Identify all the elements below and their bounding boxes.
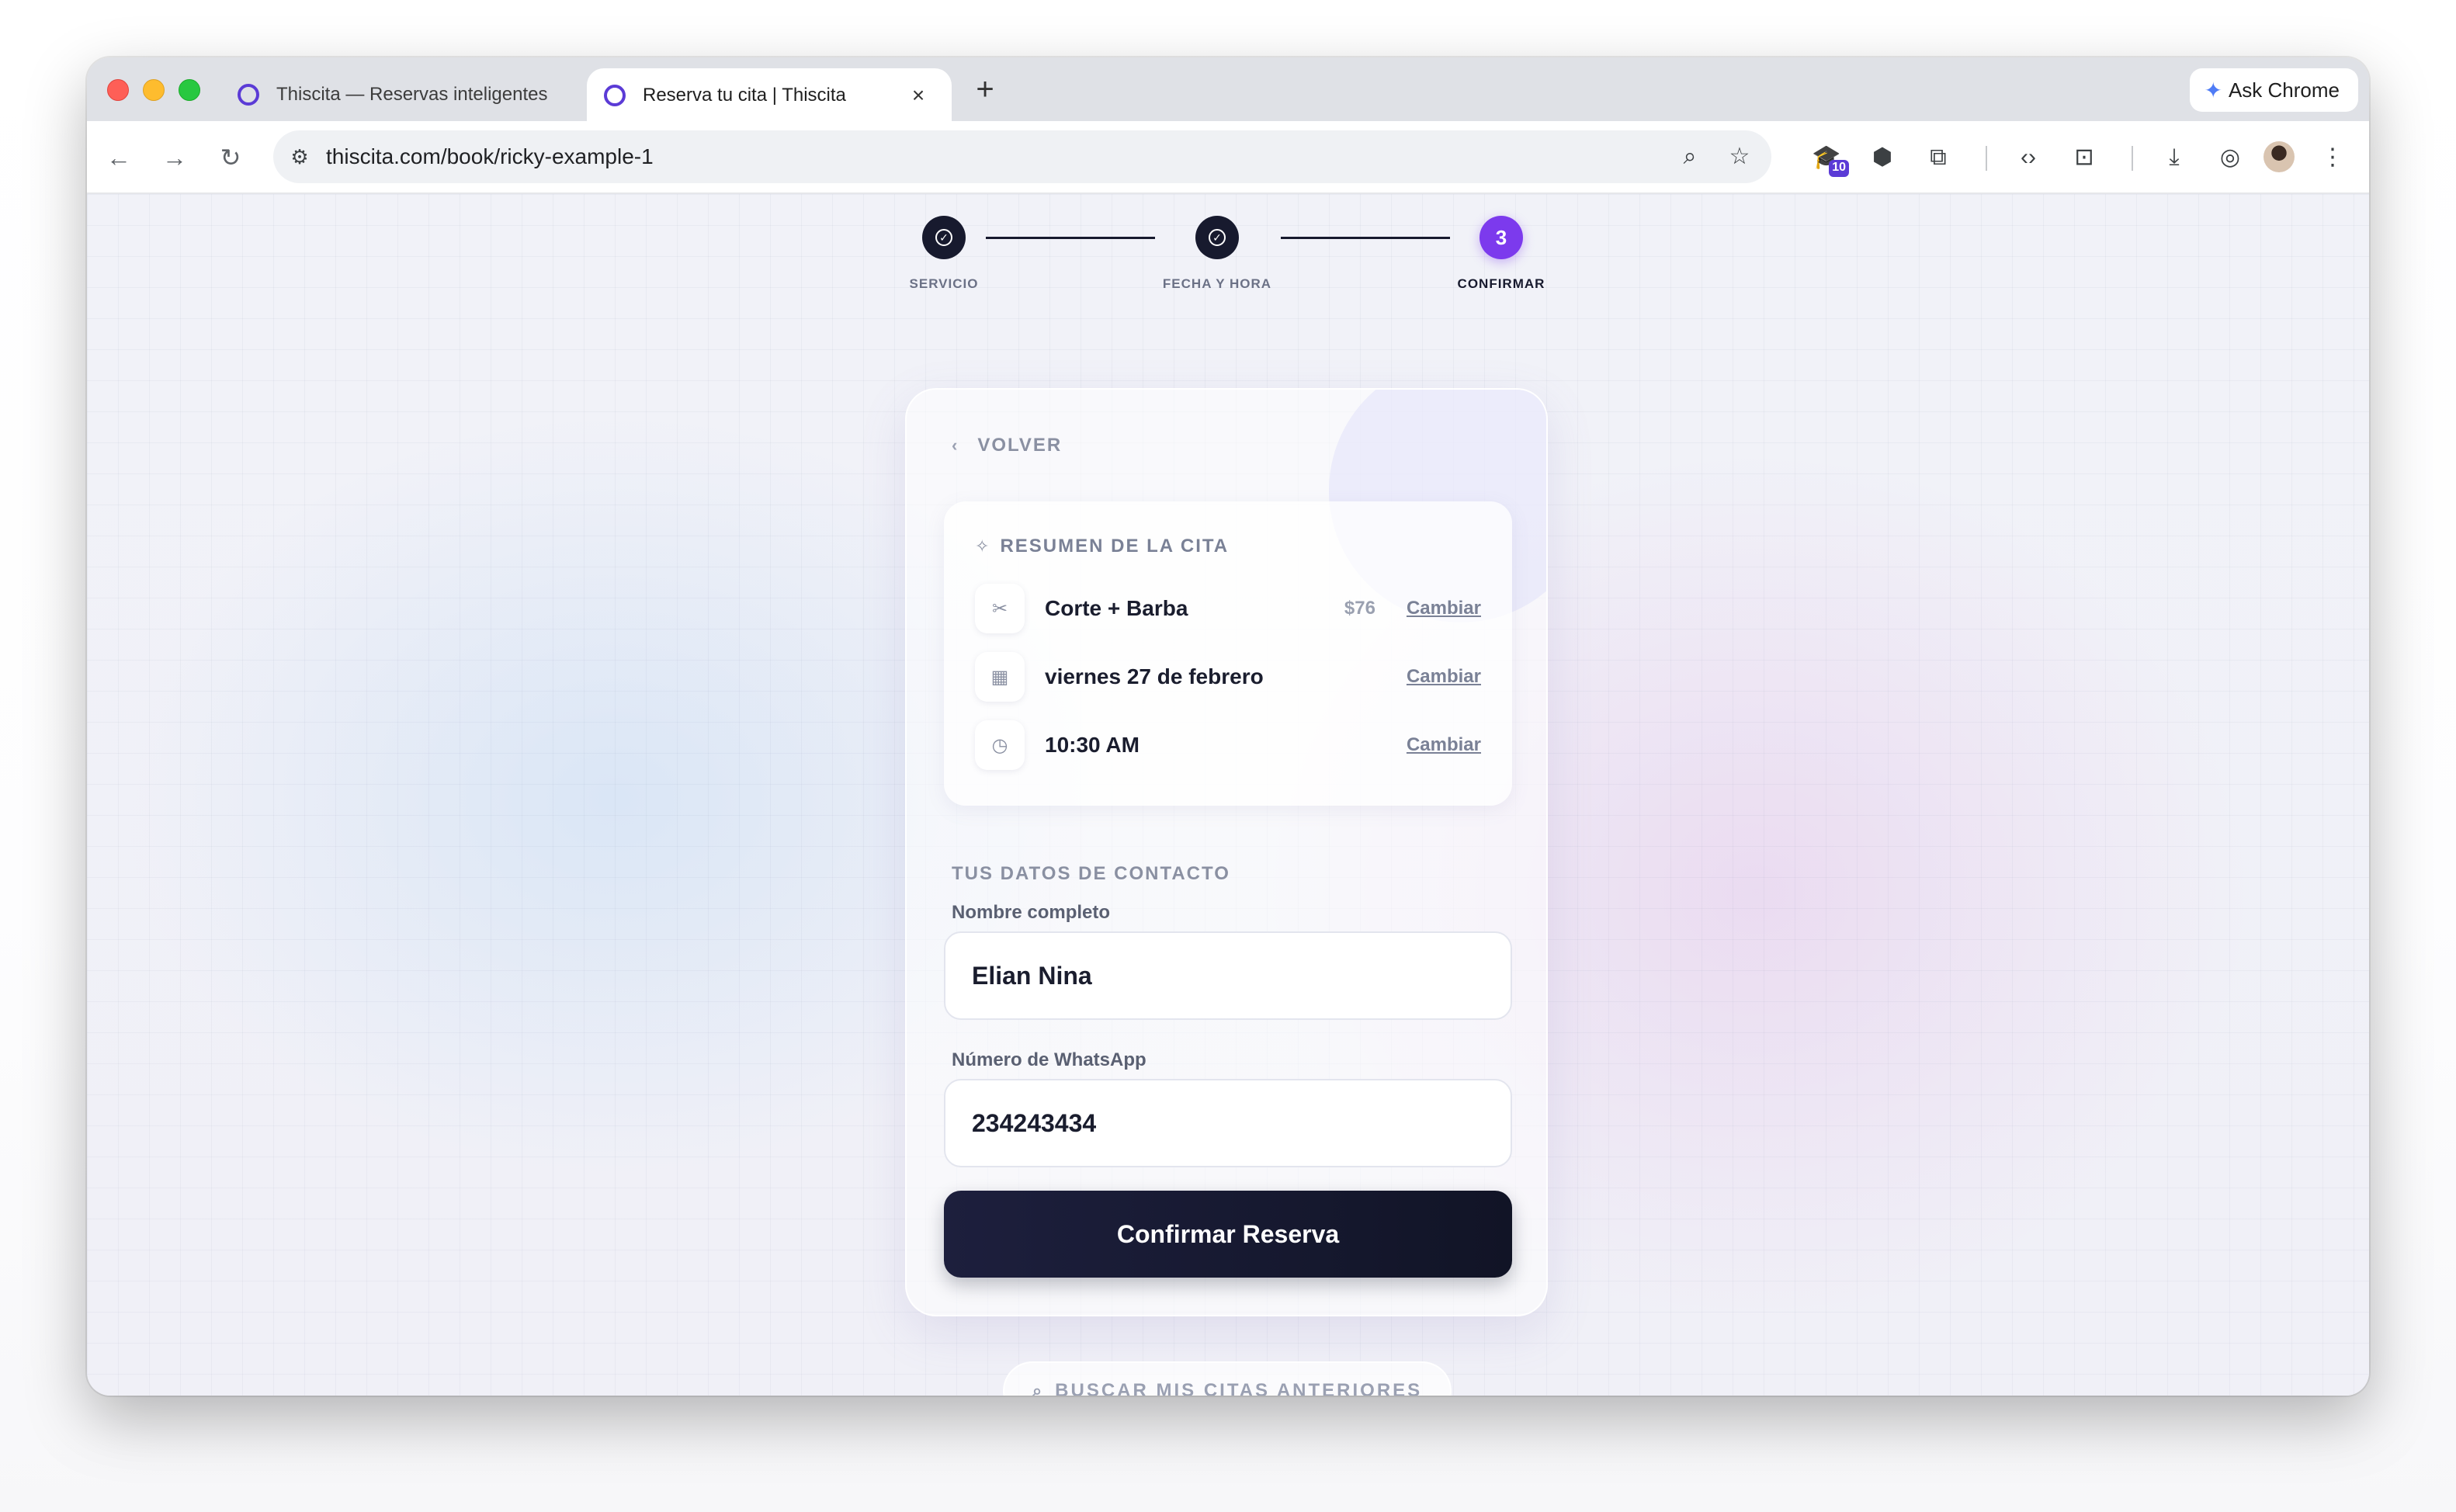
url-text[interactable]: thiscita.com/book/ricky-example-1 [326, 144, 1672, 169]
download-icon[interactable]: ⤓ [2156, 140, 2192, 175]
more-menu-icon[interactable]: ⋮ [2315, 140, 2350, 175]
summary-heading: ✧ RESUMEN DE LA CITA [975, 536, 1229, 557]
back-label: VOLVER [977, 435, 1063, 456]
back-arrow-icon[interactable]: ← [101, 140, 137, 175]
change-date-link[interactable]: Cambiar [1407, 666, 1481, 688]
page-viewport: ✓ SERVICIO ✓ FECHA Y HORA 3 CONFIRMAR ‹ … [87, 194, 2369, 1396]
step-label: FECHA Y HORA [1162, 276, 1272, 291]
browser-toolbar: ← → ↻ ⚙ thiscita.com/book/ricky-example-… [87, 121, 2369, 194]
service-name: Corte + Barba [1045, 596, 1188, 620]
search-icon: ⌕ [1032, 1381, 1045, 1396]
step-servicio[interactable]: ✓ SERVICIO [866, 216, 1022, 292]
whatsapp-number-input[interactable] [944, 1079, 1512, 1167]
tab-reserva[interactable]: Reserva tu cita | Thiscita × [587, 68, 952, 123]
close-tab-icon[interactable]: × [905, 82, 931, 109]
calendar-icon: ▦ [975, 652, 1025, 702]
extension-hexagon-icon[interactable]: ⬢ [1865, 140, 1900, 175]
summary-title-text: RESUMEN DE LA CITA [1000, 536, 1230, 557]
sparkles-icon: ✧ [975, 536, 991, 556]
tab-search-icon[interactable]: ⊡ [2066, 140, 2102, 175]
step-confirmar: 3 CONFIRMAR [1424, 216, 1579, 292]
change-service-link[interactable]: Cambiar [1407, 598, 1481, 619]
summary-row-date: ▦ viernes 27 de febrero Cambiar [975, 652, 1481, 702]
scissors-icon: ✂ [975, 584, 1025, 633]
toolbar-divider [1986, 146, 1987, 171]
toolbar-divider [2132, 146, 2133, 171]
phone-field-label: Número de WhatsApp [952, 1049, 1146, 1070]
profile-avatar[interactable] [2263, 141, 2295, 172]
thiscita-favicon-icon [604, 85, 626, 106]
ask-chrome-button[interactable]: ✦ Ask Chrome [2190, 68, 2358, 112]
thiscita-favicon-icon [238, 84, 259, 106]
step-label: SERVICIO [909, 276, 979, 291]
appointment-time: 10:30 AM [1045, 733, 1140, 757]
step-active-indicator: 3 [1479, 216, 1523, 259]
clock-icon: ◷ [975, 720, 1025, 770]
confirm-booking-button[interactable]: Confirmar Reserva [944, 1191, 1512, 1278]
sparkle-icon: ✦ [2204, 78, 2222, 102]
site-settings-icon[interactable]: ⚙ [284, 141, 315, 172]
tab-title: Reserva tu cita | Thiscita [643, 85, 846, 106]
maximize-window-button[interactable] [179, 79, 200, 101]
chevron-left-icon: ‹ [952, 435, 959, 455]
check-circle-icon: ✓ [935, 229, 952, 246]
change-time-link[interactable]: Cambiar [1407, 734, 1481, 756]
step-fecha-hora[interactable]: ✓ FECHA Y HORA [1140, 216, 1295, 292]
extension-graduation-icon[interactable]: 🎓 10 [1809, 140, 1849, 177]
bookmark-star-icon[interactable]: ☆ [1722, 139, 1757, 175]
tab-title: Thiscita — Reservas inteligentes [276, 84, 548, 105]
service-price: $76 [1344, 598, 1375, 619]
back-button[interactable]: ‹ VOLVER [952, 435, 1062, 456]
appointment-date: viernes 27 de febrero [1045, 664, 1264, 688]
contact-section-title: TUS DATOS DE CONTACTO [952, 863, 1230, 884]
ask-chrome-label: Ask Chrome [2228, 78, 2340, 102]
browser-window: Thiscita — Reservas inteligentes × Reser… [87, 57, 2369, 1396]
minimize-window-button[interactable] [143, 79, 165, 101]
name-field-label: Nombre completo [952, 902, 1111, 923]
step-label: CONFIRMAR [1457, 276, 1545, 291]
check-circle-icon: ✓ [1209, 229, 1226, 246]
summary-row-service: ✂ Corte + Barba $76 Cambiar [975, 584, 1481, 633]
forward-arrow-icon[interactable]: → [157, 140, 193, 175]
devtools-code-icon[interactable]: ‹› [2010, 140, 2046, 175]
search-previous-appointments-button[interactable]: ⌕ BUSCAR MIS CITAS ANTERIORES [1003, 1361, 1452, 1396]
full-name-input[interactable] [944, 931, 1512, 1020]
performance-icon[interactable]: ◎ [2212, 140, 2248, 175]
zoom-icon[interactable]: ⌕ [1672, 139, 1708, 175]
address-bar[interactable]: ⚙ thiscita.com/book/ricky-example-1 ⌕ ☆ [273, 130, 1771, 183]
close-window-button[interactable] [107, 79, 129, 101]
step-done-indicator: ✓ [1195, 216, 1239, 259]
step-done-indicator: ✓ [922, 216, 966, 259]
summary-row-time: ◷ 10:30 AM Cambiar [975, 720, 1481, 770]
extensions-puzzle-icon[interactable]: ⧉ [1920, 140, 1956, 175]
reload-icon[interactable]: ↻ [213, 140, 248, 175]
extension-badge: 10 [1829, 160, 1849, 177]
booking-confirm-card: ‹ VOLVER ✧ RESUMEN DE LA CITA ✂ Corte + … [905, 388, 1548, 1316]
appointment-summary: ✧ RESUMEN DE LA CITA ✂ Corte + Barba $76… [944, 501, 1512, 806]
tab-strip: Thiscita — Reservas inteligentes × Reser… [87, 57, 2369, 123]
new-tab-button[interactable]: + [966, 71, 1004, 110]
search-previous-label: BUSCAR MIS CITAS ANTERIORES [1055, 1380, 1423, 1396]
